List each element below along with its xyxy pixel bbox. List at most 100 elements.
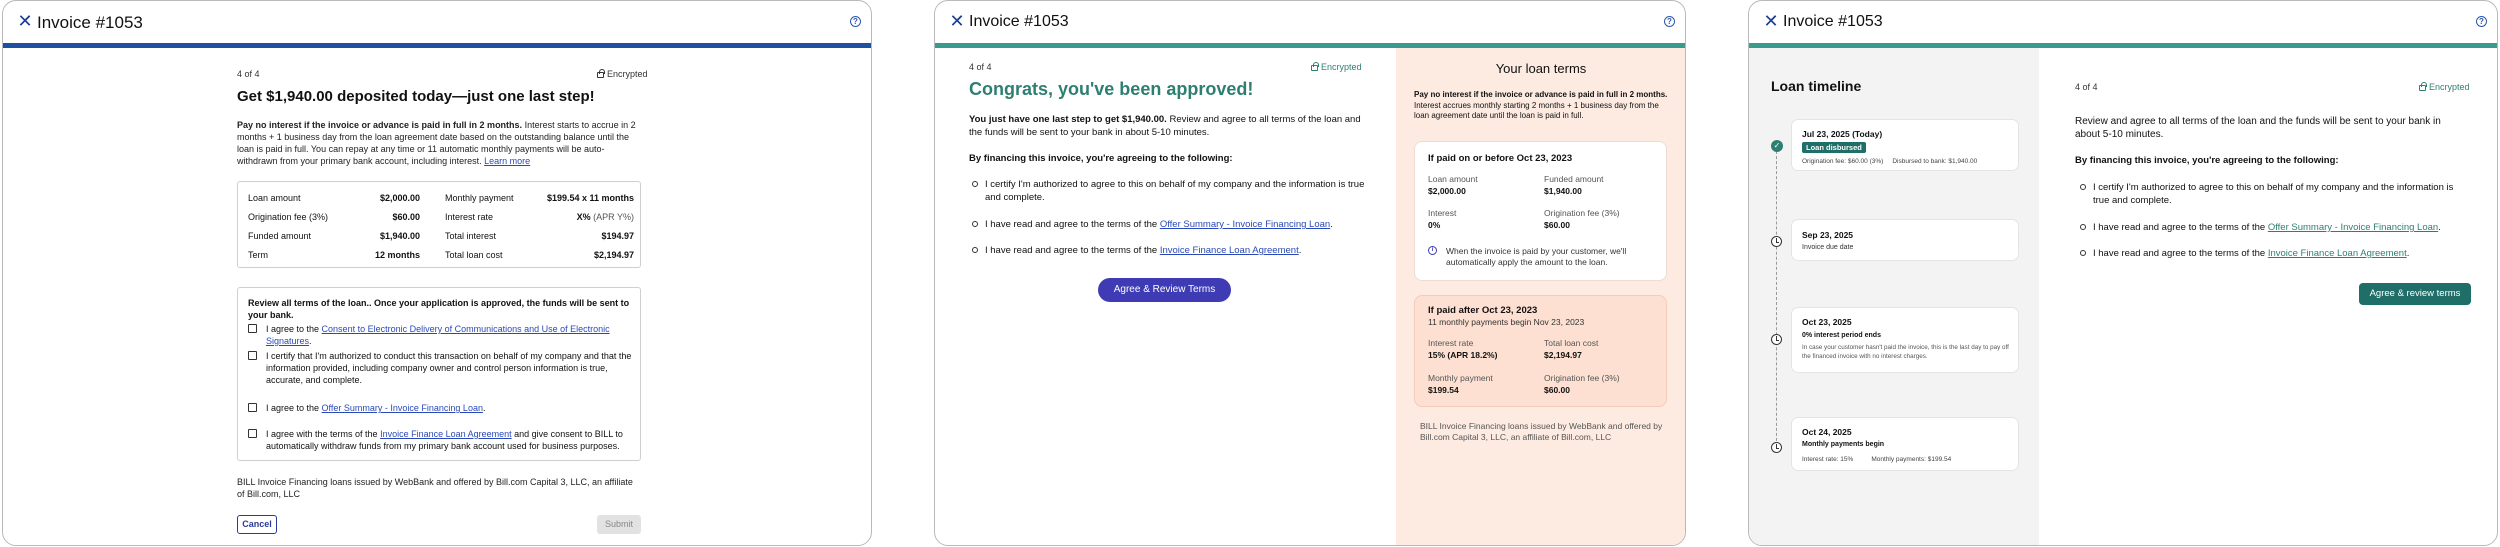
lock-icon (1311, 62, 1319, 71)
agreements-box: Review all terms of the loan.. Once your… (237, 287, 641, 461)
event-detail: 0% interest period ends (1802, 332, 1881, 339)
agree-review-button[interactable]: Agree & Review Terms (1098, 278, 1231, 302)
summary-value: X% (APR Y%) (576, 212, 634, 222)
loan-agreement-link[interactable]: Invoice Finance Loan Agreement (380, 429, 512, 439)
summary-label: Loan amount (248, 193, 301, 203)
summary-label: Interest rate (445, 212, 494, 222)
bullet-icon (972, 181, 978, 187)
loan-summary-table: Loan amount $2,000.00 Monthly payment $1… (237, 181, 641, 268)
submit-button[interactable]: Submit (597, 515, 641, 534)
page-title: Congrats, you've been approved! (969, 79, 1254, 99)
disclaimer: BILL Invoice Financing loans issued by W… (237, 477, 633, 499)
bullet-icon (972, 221, 978, 227)
agreement-heading: By financing this invoice, you're agreei… (969, 153, 1233, 164)
card-subtitle: 11 monthly payments begin Nov 23, 2023 (1428, 317, 1585, 327)
modal-header: ✕ Invoice #1053 ? (935, 1, 1685, 44)
close-icon[interactable]: ✕ (947, 11, 967, 31)
offer-summary-item: I have read and agree to the terms of th… (2093, 222, 2441, 233)
loan-agreement-item: I have read and agree to the terms of th… (985, 245, 1302, 256)
event-date: Oct 23, 2025 (1802, 317, 1852, 327)
timeline-line (1776, 146, 1777, 451)
card-label: Monthly payment (1428, 373, 1493, 383)
modal-title: Invoice #1053 (969, 13, 1069, 30)
event-detail: Origination fee: $60.00 (3%) Disbursed t… (1802, 158, 1978, 165)
clock-icon (1771, 236, 1782, 247)
cancel-button[interactable]: Cancel (237, 515, 277, 534)
consent-checkbox[interactable] (248, 324, 257, 333)
loan-agreement-link[interactable]: Invoice Finance Loan Agreement (2268, 248, 2407, 259)
card-title: If paid after Oct 23, 2023 (1428, 305, 1538, 316)
summary-value: $60.00 (392, 212, 420, 222)
timeline-event: Oct 23, 2025 0% interest period ends In … (1791, 307, 2019, 373)
card-label: Origination fee (3%) (1544, 373, 1620, 383)
bullet-icon (2080, 184, 2086, 190)
disclaimer: BILL Invoice Financing loans issued by W… (1420, 421, 1663, 442)
offer-summary-link[interactable]: Offer Summary - Invoice Financing Loan (2268, 222, 2438, 233)
bullet-icon (2080, 250, 2086, 256)
card-label: Funded amount (1544, 174, 1604, 184)
clock-icon (1771, 442, 1782, 453)
encrypted-badge: Encrypted (597, 68, 648, 80)
loan-agreement-link[interactable]: Invoice Finance Loan Agreement (1160, 245, 1299, 256)
help-icon[interactable]: ? (850, 16, 861, 27)
event-date: Sep 23, 2025 (1802, 230, 1854, 240)
modal-header: ✕ Invoice #1053 ? (1749, 1, 2497, 44)
summary-value: $2,000.00 (379, 193, 420, 203)
encrypted-badge: Encrypted (2419, 81, 2470, 93)
event-note: Interest rate: 15% Monthly payments: $19… (1802, 456, 1952, 463)
close-icon[interactable]: ✕ (15, 11, 35, 31)
summary-label: Total interest (445, 231, 497, 241)
offer-summary-link[interactable]: Offer Summary - Invoice Financing Loan (322, 403, 483, 413)
agree-review-button[interactable]: Agree & review terms (2359, 283, 2471, 305)
summary-label: Origination fee (3%) (248, 212, 329, 222)
clock-icon (1771, 334, 1782, 345)
intro-text: You just have one last step to get $1,94… (969, 114, 1361, 138)
timeline-event: Jul 23, 2025 (Today) Loan disbursed Orig… (1791, 119, 2019, 171)
bullet-icon (972, 247, 978, 253)
offer-summary-checkbox[interactable] (248, 403, 257, 412)
intro-text: Pay no interest if the invoice or advanc… (237, 120, 636, 166)
event-date: Jul 23, 2025 (Today) (1802, 129, 1883, 139)
check-icon: ✓ (1771, 140, 1783, 152)
paid-before-card: If paid on or before Oct 23, 2023 Loan a… (1414, 141, 1667, 281)
modal-header: ✕ Invoice #1053 ? (3, 1, 871, 44)
card-label: Total loan cost (1544, 338, 1599, 348)
summary-label: Total loan cost (445, 250, 503, 260)
help-icon[interactable]: ? (1664, 16, 1675, 27)
offer-summary-link[interactable]: Offer Summary - Invoice Financing Loan (1160, 219, 1330, 230)
close-icon[interactable]: ✕ (1761, 11, 1781, 31)
invoice-panel-timeline: ✕ Invoice #1053 ? Loan timeline ✓ Jul 23… (1748, 0, 2498, 546)
agreement-heading: By financing this invoice, you're agreei… (2075, 155, 2339, 166)
summary-value: $1,940.00 (379, 231, 420, 241)
event-detail: Monthly payments begin (1802, 441, 1885, 448)
card-value: $1,940.00 (1544, 186, 1582, 196)
review-heading: Review all terms of the loan.. Once your… (248, 298, 630, 320)
card-label: Loan amount (1428, 174, 1478, 184)
help-icon[interactable]: ? (2476, 16, 2487, 27)
card-value: $60.00 (1544, 220, 1570, 230)
offer-summary-item: I have read and agree to the terms of th… (985, 219, 1333, 230)
loan-agreement-checkbox[interactable] (248, 429, 257, 438)
certify-checkbox[interactable] (248, 351, 257, 360)
invoice-panel-approved: ✕ Invoice #1053 ? 4 of 4 Encrypted Congr… (934, 0, 1686, 546)
card-value: 0% (1428, 220, 1441, 230)
info-icon: i (1428, 246, 1437, 255)
event-date: Oct 24, 2025 (1802, 427, 1852, 437)
summary-label: Monthly payment (445, 193, 514, 203)
step-indicator: 4 of 4 (969, 62, 992, 72)
certify-label: I certify that I'm authorized to conduct… (266, 351, 632, 385)
consent-label: I agree to the Consent to Electronic Del… (266, 324, 610, 346)
modal-title: Invoice #1053 (1783, 13, 1883, 30)
summary-value: $194.97 (601, 231, 634, 241)
learn-more-link[interactable]: Learn more (484, 156, 530, 166)
loan-terms-intro: Pay no interest if the invoice or advanc… (1414, 90, 1668, 120)
card-value: $2,194.97 (1544, 350, 1582, 360)
timeline-event: Sep 23, 2025 Invoice due date (1791, 219, 2019, 261)
card-label: Interest rate (1428, 338, 1474, 348)
card-value: $60.00 (1544, 385, 1570, 395)
certify-item: I certify I'm authorized to agree to thi… (985, 179, 1365, 203)
summary-value: 12 months (374, 250, 420, 260)
lock-icon (597, 69, 605, 78)
lock-icon (2419, 82, 2427, 91)
loan-terms-title: Your loan terms (1495, 61, 1587, 76)
